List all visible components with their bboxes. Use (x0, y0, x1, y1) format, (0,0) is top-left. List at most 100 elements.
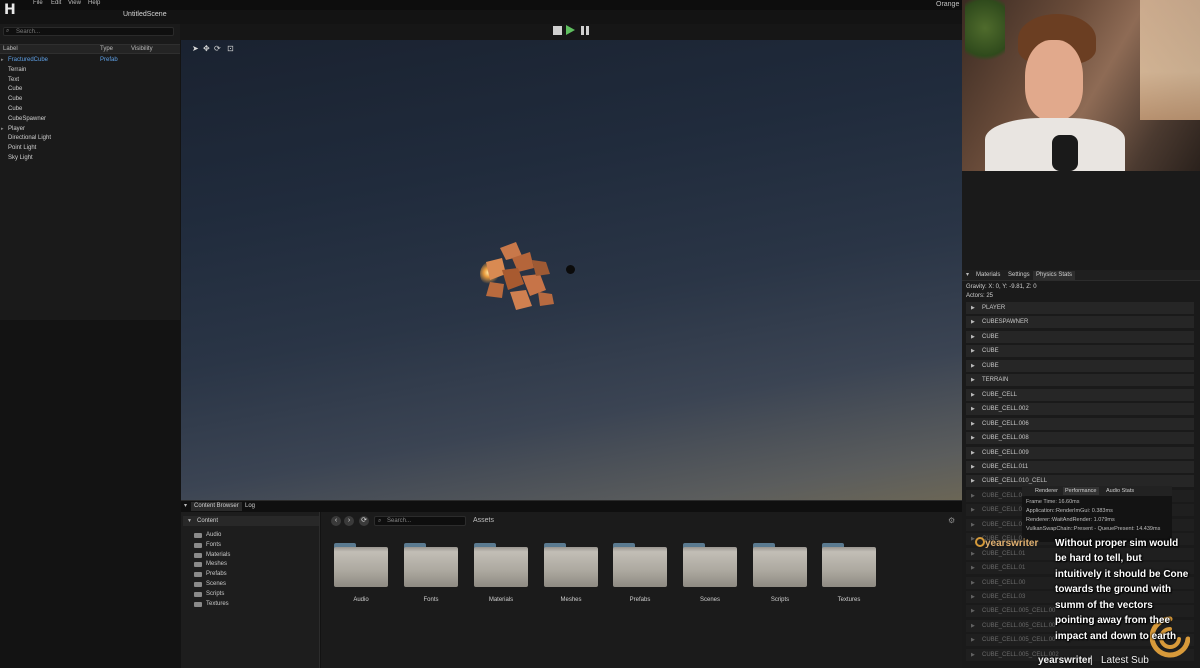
search-icon: ⌕ (378, 518, 382, 524)
physics-actor-row[interactable]: ▶ CUBE_CELL.008 (966, 432, 1194, 445)
menu-bar (0, 0, 962, 10)
forward-button[interactable]: › (344, 516, 354, 526)
tab-settings[interactable]: Settings (1005, 271, 1033, 280)
folder-icon (194, 533, 202, 538)
folder-icon (194, 572, 202, 577)
expand-arrow-icon: ▶ (971, 550, 975, 557)
hierarchy-row[interactable]: CubeSpawner (8, 115, 46, 123)
asset-folder-scripts[interactable] (753, 543, 807, 587)
column-label[interactable]: Label (3, 46, 18, 52)
tab-performance[interactable]: Performance (1063, 487, 1099, 495)
collapse-arrow-icon[interactable]: ▼ (187, 518, 192, 524)
physics-actor-row[interactable]: ▶ TERRAIN (966, 374, 1194, 387)
panel-menu-icon[interactable]: ▾ (184, 502, 187, 509)
select-icon[interactable]: ➤ (192, 44, 199, 53)
menu-help[interactable]: Help (88, 0, 100, 7)
physics-actor-row[interactable]: ▶ CUBE (966, 330, 1194, 343)
hierarchy-row[interactable]: Cube (8, 105, 22, 113)
assets-label: Assets (473, 517, 495, 524)
expand-arrow-icon: ▶ (971, 348, 975, 355)
asset-folder-meshes[interactable] (544, 543, 598, 587)
hierarchy-row[interactable]: Text (8, 76, 19, 84)
chat-badge-icon (975, 537, 985, 547)
folder-icon (194, 592, 202, 597)
physics-actor-row[interactable]: ▶ CUBE (966, 359, 1194, 372)
play-button[interactable] (566, 25, 575, 35)
hierarchy-row[interactable]: Point Light (8, 144, 36, 152)
expand-arrow-icon: ▶ (971, 449, 975, 456)
physics-actor-row[interactable]: ▶ CUBE_CELL (966, 388, 1194, 401)
rotate-icon[interactable]: ⟳ (214, 44, 221, 53)
black-sphere-object[interactable] (566, 265, 575, 274)
content-tree-root[interactable]: Content (197, 518, 218, 524)
stop-button[interactable] (553, 26, 562, 35)
hierarchy-row[interactable]: Terrain (8, 66, 26, 74)
chat-message-line: Without proper sim would (1055, 538, 1179, 549)
hierarchy-row[interactable]: Directional Light (8, 134, 51, 142)
tree-item-audio[interactable]: Audio (188, 531, 308, 539)
hierarchy-row[interactable]: Sky Light (8, 154, 33, 162)
hierarchy-row-fracturedcube[interactable]: FracturedCube (8, 56, 48, 64)
physics-actor-row[interactable]: ▶ CUBE_CELL.002 (966, 403, 1194, 416)
expand-arrow-icon: ▶ (971, 319, 975, 326)
asset-search-input[interactable]: ⌕ Search... (374, 516, 466, 526)
scene-title: UntitledScene (123, 11, 167, 18)
expand-arrow-icon: ▶ (971, 594, 975, 600)
hierarchy-row[interactable]: Cube (8, 95, 22, 103)
refresh-button[interactable]: ⟳ (359, 516, 369, 526)
panel-menu-icon[interactable]: ▾ (966, 271, 969, 278)
chat-message-line: towards the ground with (1055, 584, 1172, 595)
physics-actor-label: TERRAIN (982, 377, 1009, 384)
cube-fragment (532, 260, 550, 276)
menu-view[interactable]: View (68, 0, 81, 7)
physics-actor-label: CUBE (982, 362, 999, 369)
tab-materials[interactable]: Materials (973, 271, 1003, 280)
tab-renderer[interactable]: Renderer (1033, 487, 1060, 495)
physics-actor-row[interactable]: ▶ CUBE_CELL.009 (966, 446, 1194, 459)
gear-icon[interactable]: ⚙ (948, 516, 955, 525)
asset-folder-textures[interactable] (822, 543, 876, 587)
fractured-cube-object[interactable] (472, 240, 558, 314)
menu-edit[interactable]: Edit (51, 0, 61, 7)
tree-item-scripts[interactable]: Scripts (188, 590, 308, 598)
expand-arrow-icon[interactable]: ▸ (1, 56, 4, 64)
hierarchy-row[interactable]: Player (8, 125, 25, 133)
asset-folder-scenes[interactable] (683, 543, 737, 587)
physics-actor-row[interactable]: ▶ CUBE_CELL.006 (966, 417, 1194, 430)
tab-log[interactable]: Log (242, 502, 258, 511)
tab-physics-stats[interactable]: Physics Stats (1033, 271, 1076, 280)
tree-item-scenes[interactable]: Scenes (188, 580, 308, 588)
asset-folder-audio[interactable] (334, 543, 388, 587)
folder-icon (194, 562, 202, 567)
hierarchy-row[interactable]: Cube (8, 85, 22, 93)
tree-item-fonts[interactable]: Fonts (188, 541, 308, 549)
move-icon[interactable]: ✥ (203, 44, 210, 53)
physics-actor-row[interactable]: ▶ PLAYER (966, 302, 1194, 314)
tab-audio-stats[interactable]: Audio Stats (1104, 487, 1136, 495)
hierarchy-search-input[interactable]: ⌕ Search... (3, 27, 174, 36)
asset-folder-prefabs[interactable] (613, 543, 667, 587)
tree-item-textures[interactable]: Textures (188, 600, 308, 608)
back-button[interactable]: ‹ (331, 516, 341, 526)
tree-item-prefabs[interactable]: Prefabs (188, 570, 308, 578)
microphone (1052, 135, 1078, 171)
asset-folder-fonts[interactable] (404, 543, 458, 587)
tree-item-meshes[interactable]: Meshes (188, 560, 308, 568)
physics-actor-row[interactable]: ▶ CUBE (966, 345, 1194, 358)
pause-button[interactable] (581, 26, 590, 35)
expand-arrow-icon: ▶ (971, 333, 975, 340)
tab-content-browser[interactable]: Content Browser (191, 502, 242, 511)
menu-file[interactable]: File (33, 0, 43, 7)
expand-arrow-icon: ▶ (971, 435, 975, 442)
top-right-label: Orange (936, 1, 960, 8)
scale-icon[interactable]: ⊡ (227, 44, 234, 53)
column-visibility[interactable]: Visibility (131, 46, 153, 52)
hierarchy-header (0, 44, 180, 54)
physics-actor-row[interactable]: ▶ CUBESPAWNER (966, 316, 1194, 329)
expand-arrow-icon[interactable]: ▸ (1, 125, 4, 133)
chat-message-line: impact and down to earth (1055, 631, 1177, 642)
column-type[interactable]: Type (100, 46, 113, 52)
asset-folder-materials[interactable] (474, 543, 528, 587)
physics-actor-row[interactable]: ▶ CUBE_CELL.011 (966, 460, 1194, 473)
tree-item-materials[interactable]: Materials (188, 551, 308, 559)
